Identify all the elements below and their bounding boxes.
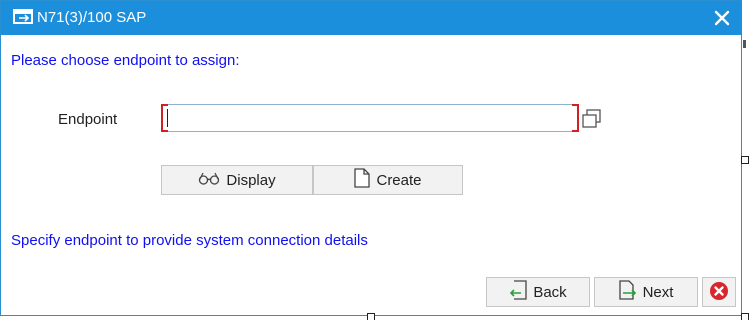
create-button-label: Create <box>376 171 422 189</box>
display-button[interactable]: Display <box>161 165 313 195</box>
glasses-icon <box>198 171 220 189</box>
next-arrow-icon <box>618 280 637 304</box>
create-button[interactable]: Create <box>313 165 463 195</box>
prompt-text: Please choose endpoint to assign: <box>11 52 240 69</box>
close-icon[interactable] <box>707 3 737 33</box>
sap-window-icon <box>13 7 35 27</box>
text-cursor <box>167 109 168 127</box>
window-title: N71(3)/100 SAP <box>37 9 147 26</box>
resize-handle-bottom[interactable] <box>367 313 375 320</box>
title-bar[interactable]: N71(3)/100 SAP <box>1 1 741 35</box>
new-document-icon <box>354 168 371 192</box>
hint-text: Specify endpoint to provide system conne… <box>11 232 368 249</box>
next-button[interactable]: Next <box>594 277 698 307</box>
cancel-button[interactable] <box>702 277 736 307</box>
cancel-icon <box>709 281 729 304</box>
back-button[interactable]: Back <box>486 277 590 307</box>
endpoint-dialog: N71(3)/100 SAP Please choose endpoint to… <box>0 0 742 316</box>
resize-handle-corner[interactable] <box>741 313 749 320</box>
back-button-label: Back <box>533 283 567 301</box>
display-button-label: Display <box>226 171 276 189</box>
window-edge-tick <box>743 40 746 48</box>
back-arrow-icon <box>509 280 527 304</box>
endpoint-input[interactable] <box>161 104 579 132</box>
copy-icon[interactable] <box>581 108 603 130</box>
resize-handle-right[interactable] <box>741 156 749 164</box>
endpoint-label: Endpoint <box>58 111 118 128</box>
next-button-label: Next <box>642 283 674 301</box>
